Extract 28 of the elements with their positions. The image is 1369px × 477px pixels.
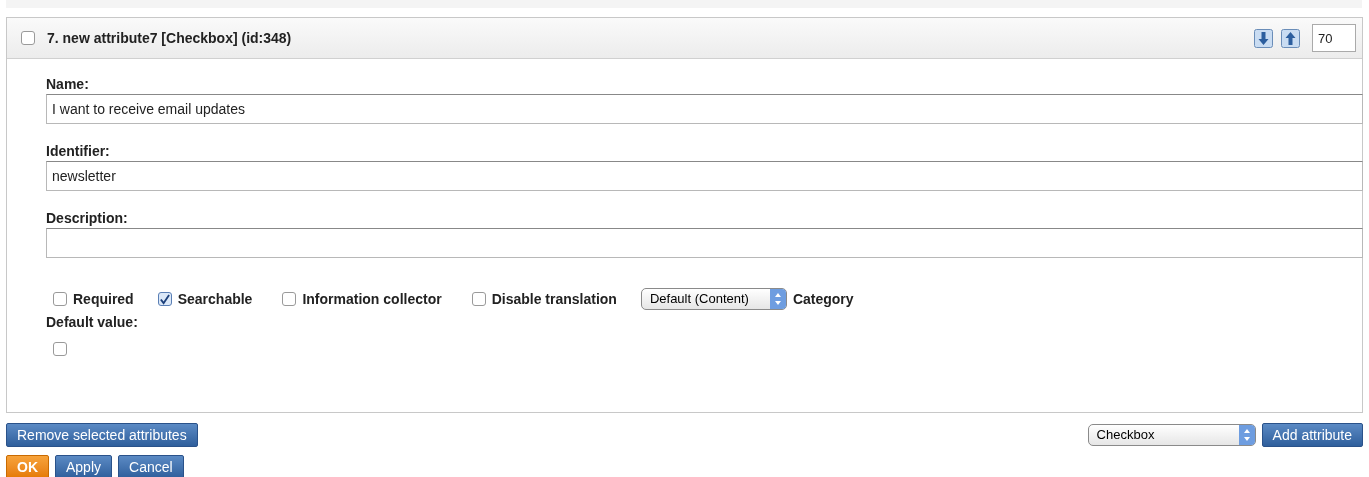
field-label: Description: — [46, 209, 129, 227]
stepper-icon — [1238, 425, 1255, 445]
default-value-checkbox[interactable] — [53, 342, 67, 356]
option-label: Searchable — [177, 289, 253, 309]
remove-button[interactable]: Remove selected attributes — [6, 423, 198, 447]
category-select[interactable]: Default (Content) — [640, 288, 787, 310]
option-checkbox[interactable] — [53, 292, 67, 306]
option-checkbox[interactable] — [471, 292, 486, 306]
field-label: Name: — [46, 75, 90, 93]
action-button[interactable]: Cancel — [118, 455, 184, 477]
option-label: Required — [73, 289, 134, 309]
action-button[interactable]: Apply — [55, 455, 113, 477]
option-label: Disable translation — [491, 289, 617, 309]
text-field[interactable]: I want to receive email updates — [46, 94, 1363, 124]
add-attribute-button[interactable]: Add attribute — [1261, 423, 1363, 447]
text-field[interactable]: newsletter — [46, 161, 1363, 191]
text-field[interactable] — [46, 228, 1363, 258]
option-label: Category — [792, 289, 854, 309]
option-checkbox[interactable] — [282, 292, 297, 306]
stepper-icon — [769, 289, 786, 309]
field-label: Identifier: — [46, 142, 111, 160]
field-label: Default value: — [46, 313, 139, 332]
option-label: Information collector — [302, 289, 442, 309]
option-checkbox[interactable] — [157, 292, 172, 306]
select-checkbox[interactable] — [21, 31, 35, 45]
attribute-title: 7. new attribute7 [Checkbox] (id:348) — [47, 28, 293, 48]
type-select[interactable]: Checkbox — [1087, 424, 1256, 446]
priority-field[interactable]: 70 — [1312, 24, 1356, 52]
